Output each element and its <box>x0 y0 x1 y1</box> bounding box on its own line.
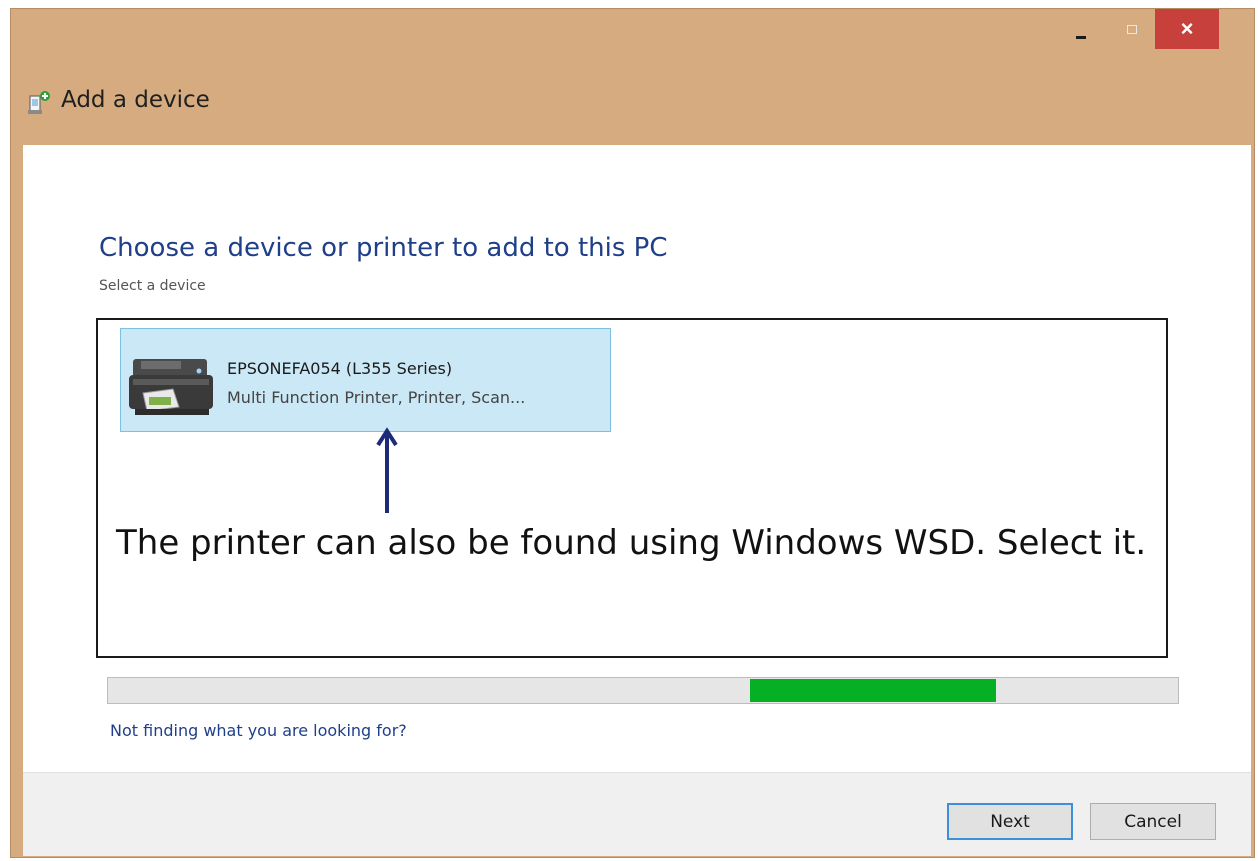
device-item-epson[interactable]: EPSONEFA054 (L355 Series) Multi Function… <box>120 328 611 432</box>
add-device-window: × Add a device Choose a device or printe… <box>10 8 1255 858</box>
device-name: EPSONEFA054 (L355 Series) <box>227 359 453 378</box>
cancel-button[interactable]: Cancel <box>1090 803 1216 840</box>
minimize-button[interactable] <box>1058 9 1104 49</box>
add-device-icon <box>28 91 50 114</box>
minimize-icon <box>1076 35 1086 39</box>
window-title: Add a device <box>61 87 210 113</box>
close-icon: × <box>1180 16 1194 41</box>
title-bar[interactable]: × Add a device <box>11 9 1254 145</box>
close-button[interactable]: × <box>1155 9 1219 49</box>
annotation-text: The printer can also be found using Wind… <box>116 523 1147 563</box>
device-description: Multi Function Printer, Printer, Scan... <box>227 388 526 407</box>
page-heading: Choose a device or printer to add to thi… <box>99 233 668 263</box>
search-progress-bar <box>107 677 1179 704</box>
dialog-footer: Next Cancel <box>23 772 1251 856</box>
progress-fill <box>750 679 997 702</box>
maximize-icon <box>1127 24 1137 34</box>
next-button[interactable]: Next <box>947 803 1073 840</box>
maximize-button[interactable] <box>1109 9 1155 49</box>
printer-icon <box>129 359 213 415</box>
content-area: Choose a device or printer to add to thi… <box>23 145 1251 772</box>
page-subheading: Select a device <box>99 278 206 294</box>
not-finding-link[interactable]: Not finding what you are looking for? <box>110 721 407 740</box>
up-arrow-icon <box>376 427 398 513</box>
device-list: EPSONEFA054 (L355 Series) Multi Function… <box>96 318 1168 658</box>
